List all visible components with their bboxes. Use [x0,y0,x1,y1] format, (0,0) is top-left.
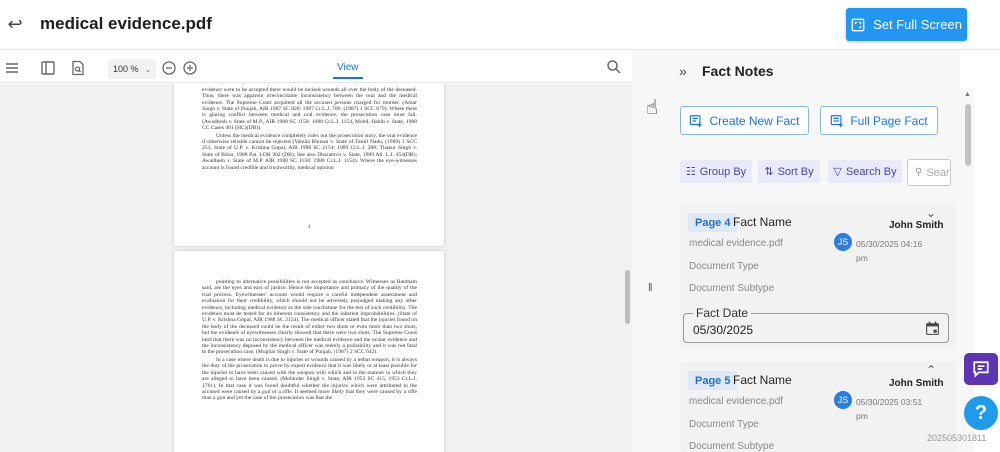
fact-file-name: medical evidence.pdf [689,396,783,407]
fact-date-label: Fact Date [693,306,752,320]
group-by-button[interactable]: ☷ Group By [680,160,752,183]
fact-timestamp: 05/30/2025 03:51 pm [856,397,923,421]
drag-handle-icon[interactable]: ‖ [648,282,653,294]
fact-date-value: 05/30/2025 [693,323,754,337]
document-title: medical evidence.pdf [40,14,212,33]
build-id: 202505301811 [927,433,987,443]
collapse-panel-icon[interactable]: » [679,63,687,79]
tab-view[interactable]: View [333,62,362,79]
zoom-select[interactable]: 100 % ⌄ [108,59,156,79]
page-badge[interactable]: Page 5 [688,371,738,390]
search-fact-input[interactable]: ⚲ Search Fact [907,159,951,186]
help-button[interactable]: ? [964,396,998,430]
chat-icon [973,361,989,378]
page-badge[interactable]: Page 4 [688,213,738,232]
zoom-value: 100 % [113,64,139,74]
set-full-screen-label: Set Full Screen [873,17,962,32]
page-text: out and abrasions on the deceased, not a… [202,84,417,132]
menu-icon[interactable] [4,60,20,76]
author-name: John Smith [889,220,944,231]
page-text: In a case where death is due to injuries… [202,356,417,402]
create-new-fact-label: Create New Fact [709,113,800,128]
viewer-scrollbar[interactable] [625,270,630,324]
fact-card[interactable]: Page 5 Fact Name ⌃ John Smith JS 05/30/2… [680,362,956,452]
page-text: Unless the medical evidence completely r… [202,132,417,171]
group-icon: ☷ [685,166,696,178]
back-icon[interactable]: ↩ [4,13,26,35]
author-name: John Smith [889,378,944,389]
panel-title: Fact Notes [702,63,774,79]
zoom-out-icon[interactable] [161,60,177,76]
sort-by-label: Sort By [777,165,814,178]
filter-icon: ▽ [833,166,842,178]
zoom-in-icon[interactable] [182,60,198,76]
set-full-screen-button[interactable]: Set Full Screen [846,8,967,41]
chevron-up-icon[interactable]: ⌃ [926,363,936,377]
fact-file-name: medical evidence.pdf [689,238,783,249]
sidebar-toggle-icon[interactable] [40,60,56,76]
group-by-label: Group By [699,165,747,178]
fact-name: Fact Name [733,215,792,229]
search-fact-placeholder: Search Fact [926,166,950,179]
sort-by-button[interactable]: ⇅ Sort By [758,160,820,183]
avatar: JS [834,391,852,409]
add-note-icon [690,114,703,127]
file-search-icon[interactable] [70,60,86,76]
hand-cursor-icon: ☝ [646,97,659,119]
document-subtype: Document Subtype [689,441,775,452]
pdf-page: out and abrasions on the deceased, not a… [174,84,444,246]
calendar-icon[interactable] [924,320,941,337]
page-number: 4 [307,225,311,230]
fact-name: Fact Name [733,373,792,387]
help-icon: ? [974,401,988,424]
page-note-icon [831,114,843,127]
fullscreen-icon [851,18,865,31]
search-icon[interactable] [606,59,622,75]
chat-button[interactable] [964,353,998,385]
chevron-down-icon: ⌄ [144,64,152,74]
fact-card[interactable]: Page 4 Fact Name ⌄ John Smith JS 05/30/2… [680,204,956,348]
document-subtype: Document Subtype [689,283,775,294]
full-page-fact-label: Full Page Fact [850,113,928,128]
fact-date-field[interactable]: Fact Date 05/30/2025 [683,306,949,343]
pdf-viewer[interactable]: out and abrasions on the deceased, not a… [0,84,632,452]
panel-scrollbar-thumb[interactable] [965,104,971,166]
search-by-label: Search By [845,165,897,178]
document-type: Document Type [689,261,759,272]
search-icon: ⚲ [915,167,923,178]
app-header: ↩ medical evidence.pdf Set Full Screen [0,0,1000,50]
page-text: pointing to alternative possibilities is… [202,279,417,356]
avatar: JS [834,233,852,251]
fact-timestamp: 05/30/2025 04:16 pm [856,239,923,263]
document-type: Document Type [689,419,759,430]
sort-icon: ⇅ [764,166,774,178]
full-page-fact-button[interactable]: Full Page Fact [820,106,938,135]
search-by-button[interactable]: ▽ Search By [828,160,902,183]
create-new-fact-button[interactable]: Create New Fact [680,106,809,135]
pdf-page: pointing to alternative possibilities is… [174,251,444,452]
chevron-down-icon[interactable]: ⌄ [926,206,936,220]
viewer-toolbar: 100 % ⌄ View [0,55,632,83]
scroll-up-icon[interactable]: ▲ [964,91,971,98]
